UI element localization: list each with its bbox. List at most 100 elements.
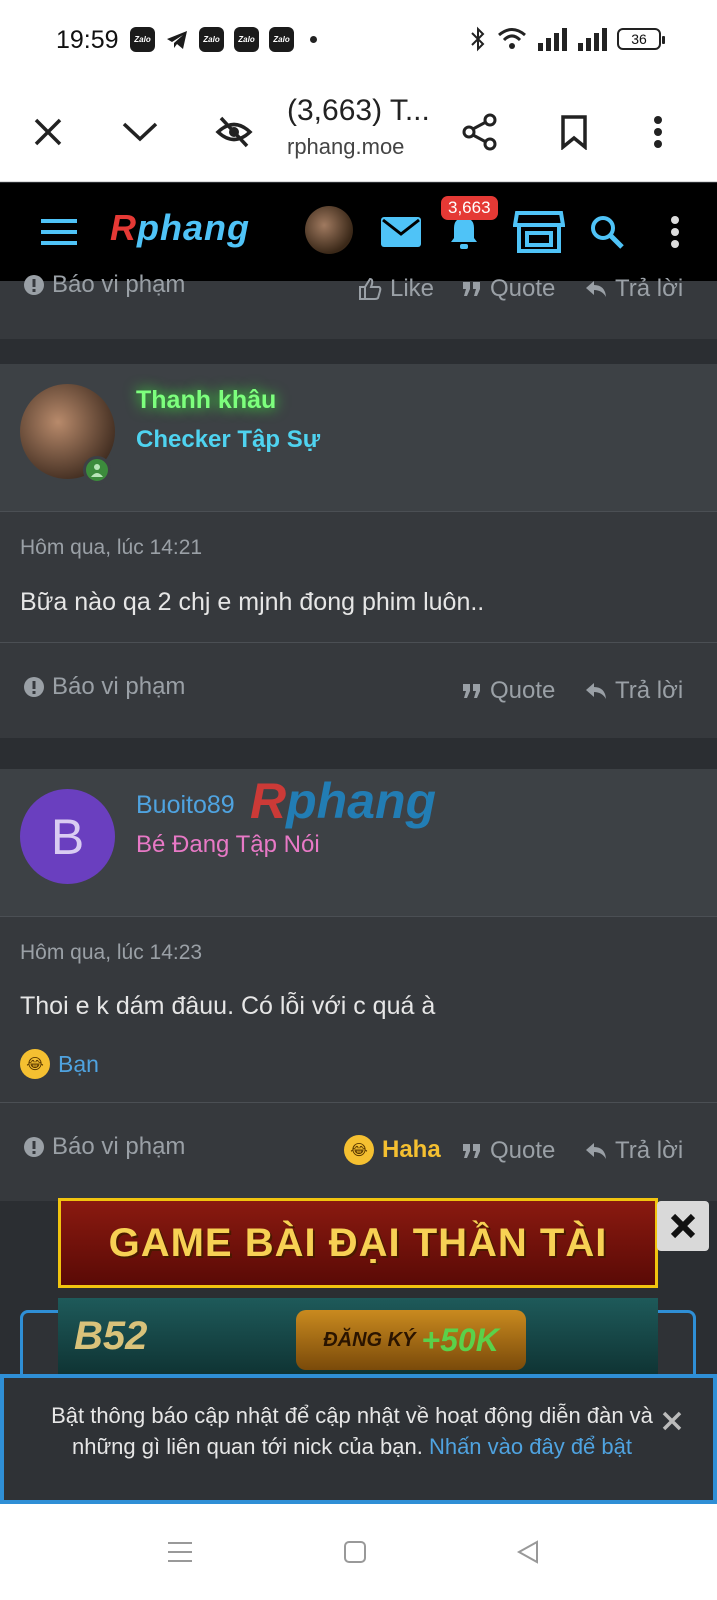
telegram-icon (167, 30, 187, 49)
reply-icon (586, 281, 606, 297)
account-avatar-button[interactable] (302, 203, 356, 257)
laughing-emoji-icon: 😂 (344, 1135, 374, 1165)
alert-icon (24, 275, 44, 295)
site-more-button[interactable] (648, 205, 702, 259)
recent-apps-button[interactable] (160, 1532, 200, 1572)
avatar (305, 206, 353, 254)
store-icon (513, 211, 565, 253)
share-button[interactable] (452, 104, 508, 160)
post-actions: Báo vi phạm Quote Trả lời (0, 642, 717, 738)
search-icon (591, 216, 624, 249)
user-title: Checker Tập Sự (136, 426, 321, 453)
inbox-button[interactable] (374, 205, 428, 259)
reply-button[interactable]: Trả lời (585, 1137, 683, 1165)
post-author-block: Thanh khâu Checker Tập Sự (0, 364, 717, 512)
report-button[interactable]: Báo vi phạm (24, 271, 185, 299)
signal-icon (578, 28, 607, 51)
battery-icon: 36 (617, 28, 665, 50)
reply-button[interactable]: Trả lời (585, 275, 683, 303)
reaction-summary[interactable]: 😂 Bạn (20, 1049, 99, 1079)
quote-label: Quote (490, 677, 556, 704)
square-icon (344, 1541, 366, 1563)
report-label: Báo vi phạm (52, 271, 186, 298)
ad-banner-game-bai[interactable]: GAME BÀI ĐẠI THẦN TÀI (58, 1198, 658, 1288)
prompt-close-button[interactable] (661, 1410, 683, 1437)
ad-register-cta: ĐĂNG KÝ +50K (296, 1310, 526, 1370)
signal-icon (538, 28, 567, 51)
page-title[interactable]: (3,663) T... (287, 94, 430, 128)
site-logo[interactable]: Rphang (110, 207, 250, 249)
reply-button[interactable]: Trả lời (585, 677, 683, 705)
zalo-icon: Zalo (234, 27, 259, 52)
site-watermark: Rphang (250, 773, 437, 829)
store-button[interactable] (512, 205, 566, 259)
chevron-down-icon (122, 122, 158, 142)
thumbs-up-icon (359, 277, 382, 300)
report-button[interactable]: Báo vi phạm (24, 1133, 185, 1161)
back-triangle-icon (516, 1540, 538, 1564)
ad-close-button[interactable] (657, 1201, 709, 1251)
report-label: Báo vi phạm (52, 673, 186, 700)
status-app-icons: Zalo Zalo Zalo Zalo (130, 27, 317, 52)
mail-icon (381, 217, 421, 247)
home-button[interactable] (335, 1532, 375, 1572)
quote-icon (463, 684, 480, 698)
back-button[interactable] (508, 1532, 548, 1572)
quote-button[interactable]: Quote (462, 1137, 555, 1165)
report-button[interactable]: Báo vi phạm (24, 673, 185, 701)
more-notifications-dot-icon (310, 36, 317, 43)
reply-icon (586, 1143, 606, 1159)
zalo-icon: Zalo (199, 27, 224, 52)
search-button[interactable] (580, 205, 634, 259)
close-icon (662, 1411, 682, 1431)
notification-count-badge: 3,663 (441, 196, 498, 220)
close-tab-button[interactable] (20, 104, 76, 160)
post-message: Bữa nào qa 2 chj e mjnh đong phim luôn.. (20, 588, 485, 616)
username[interactable]: Thanh khâu (136, 386, 276, 415)
more-vertical-icon (654, 116, 662, 148)
reply-label: Trả lời (615, 275, 684, 302)
reply-label: Trả lời (615, 1137, 684, 1164)
incognito-button[interactable] (206, 104, 262, 160)
screen: 19:59 Zalo Zalo Zalo Zalo 36 (3,663) T..… (0, 0, 717, 1600)
ad-banner-text: GAME BÀI ĐẠI THẦN TÀI (108, 1220, 608, 1265)
enable-notifications-link[interactable]: Nhấn vào đây để bật (429, 1434, 632, 1459)
post-timestamp[interactable]: Hôm qua, lúc 14:21 (20, 536, 202, 560)
user-icon (91, 464, 103, 477)
quote-icon (463, 282, 480, 296)
reaction-users: Bạn (58, 1050, 99, 1077)
laughing-emoji-icon: 😂 (20, 1049, 50, 1079)
prompt-message: Bật thông báo cập nhật để cập nhật về ho… (51, 1403, 653, 1459)
username[interactable]: Buoito89 (136, 791, 235, 820)
bookmark-button[interactable] (546, 104, 602, 160)
post-message: Thoi e k dám đâuu. Có lỗi với c quá à (20, 992, 436, 1020)
reply-icon (586, 683, 606, 699)
ad-banner-b52[interactable]: B52 ĐĂNG KÝ +50K (58, 1298, 658, 1374)
quote-button[interactable]: Quote (462, 275, 555, 303)
alert-icon (24, 1137, 44, 1157)
online-status-icon (83, 456, 111, 484)
wifi-icon (498, 28, 526, 49)
site-header: Rphang (0, 183, 717, 281)
browser-toolbar: (3,663) T... rphang.moe (0, 82, 717, 182)
avatar[interactable]: B (20, 789, 115, 884)
quote-button[interactable]: Quote (462, 677, 555, 705)
post-timestamp[interactable]: Hôm qua, lúc 14:23 (20, 941, 202, 965)
hamburger-icon (41, 219, 77, 245)
push-notification-prompt: Bật thông báo cập nhật để cập nhật về ho… (0, 1374, 717, 1504)
nav-menu-button[interactable] (32, 205, 86, 259)
like-button[interactable]: Like (358, 275, 434, 303)
haha-reaction-button[interactable]: 😂 Haha (344, 1135, 441, 1165)
status-time: 19:59 (56, 26, 119, 54)
page-url[interactable]: rphang.moe (287, 134, 404, 160)
previous-post-footer: Báo vi phạm Like Quote Trả lời (0, 271, 717, 339)
zalo-icon: Zalo (130, 27, 155, 52)
minimize-button[interactable] (112, 104, 168, 160)
user-title: Bé Đang Tập Nói (136, 831, 320, 858)
close-icon (670, 1213, 696, 1239)
alert-icon (24, 677, 44, 697)
ad-brand: B52 (74, 1314, 148, 1358)
more-menu-button[interactable] (630, 104, 686, 160)
status-indicators: 36 (469, 26, 665, 52)
post-actions: Báo vi phạm 😂 Haha Quote Trả lời (0, 1102, 717, 1198)
